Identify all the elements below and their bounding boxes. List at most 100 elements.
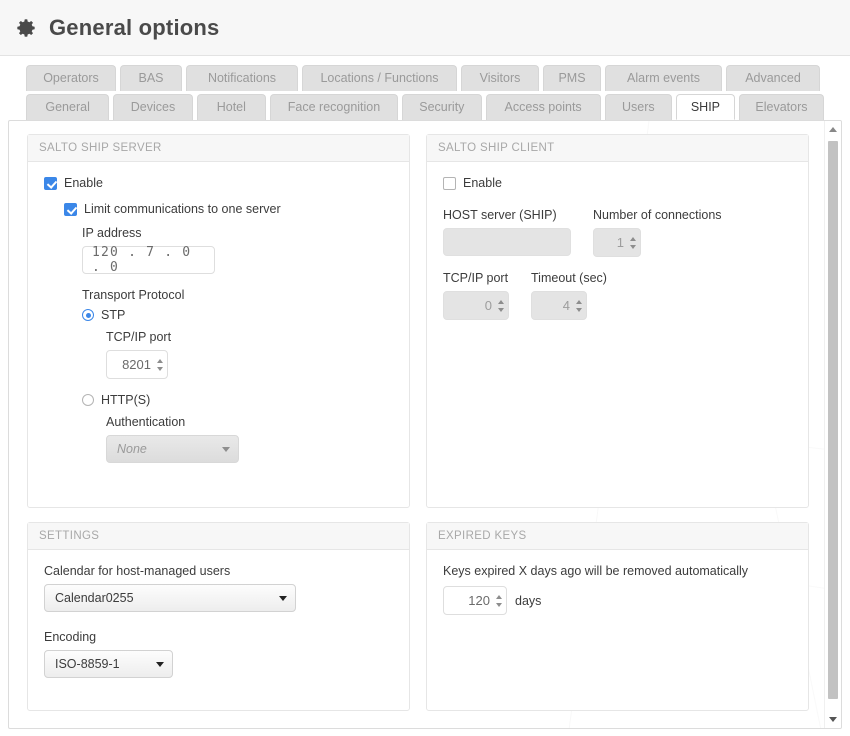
authentication-value: None [117, 442, 147, 456]
host-server-field-group: HOST server (SHIP) [443, 208, 571, 257]
tab-users[interactable]: Users [604, 94, 672, 120]
tab-hotel[interactable]: Hotel [196, 94, 266, 120]
client-tcp-port-value: 0 [484, 298, 492, 313]
panel-title-ship-server: SALTO SHIP SERVER [28, 135, 409, 162]
chevron-down-icon [279, 595, 287, 601]
tab-locations-functions[interactable]: Locations / Functions [302, 65, 457, 91]
ip-address-input[interactable]: 120 . 7 . 0 . 0 [82, 245, 215, 275]
tab-security[interactable]: Security [402, 94, 482, 120]
tab-advanced[interactable]: Advanced [726, 65, 820, 91]
number-of-connections-stepper-arrows[interactable] [630, 236, 636, 249]
tab-alarm-events[interactable]: Alarm events [605, 65, 722, 91]
tab-devices[interactable]: Devices [113, 94, 193, 120]
server-enable-checkbox-row[interactable]: Enable [44, 176, 393, 190]
expired-days-unit-label: days [515, 593, 542, 608]
number-of-connections-label: Number of connections [593, 208, 722, 222]
tab-pms[interactable]: PMS [543, 65, 601, 91]
tab-bas[interactable]: BAS [120, 65, 182, 91]
stp-radio[interactable] [82, 309, 94, 321]
client-enable-checkbox[interactable] [443, 176, 456, 190]
number-of-connections-value: 1 [616, 235, 624, 250]
panel-body-ship-client: Enable HOST server (SHIP) Number of conn… [427, 162, 808, 507]
panel-salto-ship-server: SALTO SHIP SERVER Enable Limit communica… [27, 134, 410, 508]
limit-communications-checkbox-row[interactable]: Limit communications to one server [64, 202, 393, 216]
client-tcp-port-label: TCP/IP port [443, 271, 509, 285]
client-tcp-port-stepper-arrows[interactable] [498, 299, 504, 312]
timeout-field-group: Timeout (sec) 4 [531, 271, 607, 320]
client-tcp-port-field-group: TCP/IP port 0 [443, 271, 509, 320]
encoding-value: ISO-8859-1 [55, 657, 120, 671]
authentication-select[interactable]: None [106, 435, 239, 463]
timeout-spinner[interactable]: 4 [531, 291, 587, 320]
tab-general[interactable]: General [26, 94, 110, 120]
host-server-input[interactable] [443, 228, 571, 256]
page-title: General options [49, 14, 220, 40]
panel-body-ship-server: Enable Limit communications to one serve… [28, 162, 409, 507]
connections-field-group: Number of connections 1 [593, 208, 722, 257]
client-enable-checkbox-row[interactable]: Enable [443, 176, 792, 190]
limit-communications-checkbox[interactable] [64, 202, 77, 216]
https-radio[interactable] [82, 394, 94, 406]
client-tcp-port-spinner[interactable]: 0 [443, 291, 509, 320]
panel-row-lower: SETTINGS Calendar for host-managed users… [27, 522, 809, 711]
encoding-select[interactable]: ISO-8859-1 [44, 650, 173, 678]
tab-row-secondary: General Devices Hotel Face recognition Secur… [0, 94, 850, 120]
server-enable-label[interactable]: Enable [64, 176, 103, 190]
tab-visitors[interactable]: Visitors [461, 65, 539, 91]
panel-salto-ship-client: SALTO SHIP CLIENT Enable HOST server (SH… [426, 134, 809, 508]
host-server-label: HOST server (SHIP) [443, 208, 557, 222]
calendar-select[interactable]: Calendar0255 [44, 584, 296, 612]
tab-operators[interactable]: Operators [26, 65, 116, 91]
panel-settings: SETTINGS Calendar for host-managed users… [27, 522, 410, 711]
limit-communications-label[interactable]: Limit communications to one server [84, 202, 281, 216]
expired-days-value: 120 [468, 593, 490, 608]
ip-address-label: IP address [82, 226, 142, 240]
scrollbar-thumb[interactable] [828, 141, 838, 699]
panel-title-expired-keys: EXPIRED KEYS [427, 523, 808, 550]
vertical-scrollbar[interactable] [824, 121, 841, 728]
content-frame: SALTO SHIP SERVER Enable Limit communica… [8, 120, 842, 729]
server-tcp-port-value: 8201 [122, 357, 151, 372]
tab-access-points[interactable]: Access points [485, 94, 601, 120]
expired-days-spinner[interactable]: 120 [443, 586, 507, 615]
panel-expired-keys: EXPIRED KEYS Keys expired X days ago wil… [426, 522, 809, 711]
timeout-label: Timeout (sec) [531, 271, 607, 285]
scroll-down-arrow-icon[interactable] [825, 711, 841, 728]
tab-ship[interactable]: SHIP [675, 94, 735, 120]
gear-icon [14, 16, 38, 40]
panel-body-settings: Calendar for host-managed users Calendar… [28, 550, 409, 710]
panel-title-ship-client: SALTO SHIP CLIENT [427, 135, 808, 162]
server-enable-checkbox[interactable] [44, 176, 57, 190]
calendar-label: Calendar for host-managed users [44, 564, 231, 578]
stp-radio-row[interactable]: STP [82, 308, 393, 322]
chevron-down-icon [222, 446, 230, 452]
panels-area: SALTO SHIP SERVER Enable Limit communica… [9, 121, 823, 728]
expired-keys-description: Keys expired X days ago will be removed … [443, 564, 749, 578]
tabs-container: Operators BAS Notifications Locations / Fun… [0, 56, 850, 120]
panel-title-settings: SETTINGS [28, 523, 409, 550]
timeout-value: 4 [562, 298, 570, 313]
client-enable-label[interactable]: Enable [463, 176, 502, 190]
encoding-label: Encoding [44, 630, 97, 644]
number-of-connections-spinner[interactable]: 1 [593, 228, 641, 257]
transport-protocol-label: Transport Protocol [82, 288, 185, 302]
page-header: General options [0, 0, 850, 56]
server-tcp-port-stepper-arrows[interactable] [157, 358, 163, 371]
panel-row-upper: SALTO SHIP SERVER Enable Limit communica… [27, 134, 809, 508]
expired-days-stepper-arrows[interactable] [496, 594, 502, 607]
chevron-down-icon [156, 661, 164, 667]
tab-row-primary: Operators BAS Notifications Locations / Fun… [0, 65, 850, 91]
authentication-label: Authentication [106, 415, 186, 429]
tab-face-recognition[interactable]: Face recognition [269, 94, 399, 120]
https-label[interactable]: HTTP(S) [101, 393, 150, 407]
timeout-stepper-arrows[interactable] [576, 299, 582, 312]
stp-label[interactable]: STP [101, 308, 125, 322]
calendar-value: Calendar0255 [55, 591, 134, 605]
scroll-up-arrow-icon[interactable] [825, 121, 841, 138]
tab-elevators[interactable]: Elevators [738, 94, 824, 120]
https-radio-row[interactable]: HTTP(S) [82, 393, 393, 407]
server-tcp-port-label: TCP/IP port [106, 330, 172, 344]
tab-notifications[interactable]: Notifications [186, 65, 298, 91]
panel-body-expired-keys: Keys expired X days ago will be removed … [427, 550, 808, 710]
server-tcp-port-spinner[interactable]: 8201 [106, 350, 168, 379]
